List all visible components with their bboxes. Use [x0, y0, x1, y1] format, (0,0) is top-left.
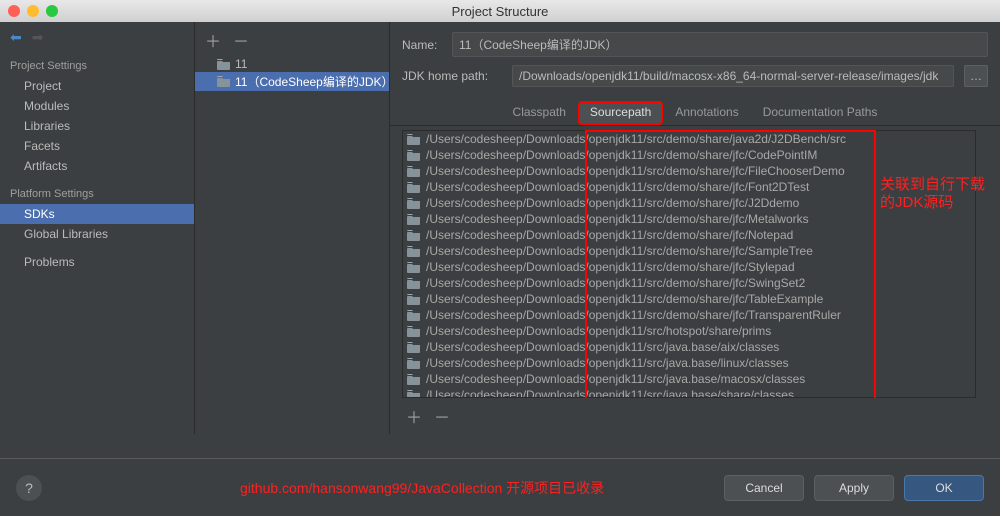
source-path: /Users/codesheep/Downloads/openjdk11/src… [426, 244, 813, 258]
source-path: /Users/codesheep/Downloads/openjdk11/src… [426, 324, 771, 338]
source-row[interactable]: /Users/codesheep/Downloads/openjdk11/src… [403, 355, 975, 371]
folder-icon [407, 374, 421, 385]
sdk-list-panel: ＋ － 11 11（CodeSheep编译的JDK） [195, 22, 390, 434]
sdk-label: 11（CodeSheep编译的JDK） [235, 73, 389, 90]
source-path: /Users/codesheep/Downloads/openjdk11/src… [426, 388, 794, 397]
name-label: Name: [402, 38, 442, 52]
folder-icon [407, 326, 421, 337]
source-path: /Users/codesheep/Downloads/openjdk11/src… [426, 196, 799, 210]
home-path-label: JDK home path: [402, 69, 502, 83]
folder-icon [407, 262, 421, 273]
tab-annotations[interactable]: Annotations [663, 101, 750, 125]
nav-back-icon[interactable]: ⬅ [10, 29, 22, 46]
sidebar-item-modules[interactable]: Modules [0, 96, 194, 116]
folder-icon [217, 59, 231, 70]
source-path: /Users/codesheep/Downloads/openjdk11/src… [426, 228, 793, 242]
source-row[interactable]: /Users/codesheep/Downloads/openjdk11/src… [403, 259, 975, 275]
source-path: /Users/codesheep/Downloads/openjdk11/src… [426, 132, 846, 146]
scrollbar[interactable] [988, 126, 1000, 398]
ok-button[interactable]: OK [904, 475, 984, 501]
folder-icon [407, 134, 421, 145]
sourcepath-list[interactable]: /Users/codesheep/Downloads/openjdk11/src… [402, 130, 976, 398]
source-path: /Users/codesheep/Downloads/openjdk11/src… [426, 276, 805, 290]
source-row[interactable]: /Users/codesheep/Downloads/openjdk11/src… [403, 291, 975, 307]
titlebar: Project Structure [0, 0, 1000, 22]
sidebar-item-project[interactable]: Project [0, 76, 194, 96]
folder-icon [407, 214, 421, 225]
folder-icon [407, 230, 421, 241]
folder-icon [407, 182, 421, 193]
browse-home-button[interactable]: … [964, 65, 988, 87]
source-row[interactable]: /Users/codesheep/Downloads/openjdk11/src… [403, 307, 975, 323]
add-sdk-button[interactable]: ＋ [205, 28, 221, 52]
source-row[interactable]: /Users/codesheep/Downloads/openjdk11/src… [403, 147, 975, 163]
section-title: Platform Settings [0, 184, 194, 204]
sdk-item[interactable]: 11（CodeSheep编译的JDK） [195, 72, 389, 91]
help-button[interactable]: ? [16, 475, 42, 501]
source-path: /Users/codesheep/Downloads/openjdk11/src… [426, 212, 809, 226]
folder-icon [407, 310, 421, 321]
cancel-button[interactable]: Cancel [724, 475, 804, 501]
folder-icon [407, 150, 421, 161]
footer: ? github.com/hansonwang99/JavaCollection… [0, 458, 1000, 516]
source-row[interactable]: /Users/codesheep/Downloads/openjdk11/src… [403, 323, 975, 339]
source-path: /Users/codesheep/Downloads/openjdk11/src… [426, 164, 845, 178]
source-path: /Users/codesheep/Downloads/openjdk11/src… [426, 292, 823, 306]
remove-source-button[interactable]: － [434, 404, 450, 428]
details-panel: Name: 11（CodeSheep编译的JDK） JDK home path:… [390, 22, 1000, 434]
folder-icon [217, 76, 231, 87]
home-path-field[interactable]: /Downloads/openjdk11/build/macosx-x86_64… [512, 65, 954, 87]
folder-icon [407, 166, 421, 177]
source-row[interactable]: /Users/codesheep/Downloads/openjdk11/src… [403, 227, 975, 243]
sidebar-item-problems[interactable]: Problems [0, 252, 194, 272]
folder-icon [407, 342, 421, 353]
source-path: /Users/codesheep/Downloads/openjdk11/src… [426, 180, 809, 194]
folder-icon [407, 278, 421, 289]
sidebar-item-libraries[interactable]: Libraries [0, 116, 194, 136]
sidebar-item-artifacts[interactable]: Artifacts [0, 156, 194, 176]
source-row[interactable]: /Users/codesheep/Downloads/openjdk11/src… [403, 275, 975, 291]
section-title: Project Settings [0, 56, 194, 76]
annotation-text: 关联到自行下载 的JDK源码 [880, 176, 985, 212]
source-row[interactable]: /Users/codesheep/Downloads/openjdk11/src… [403, 387, 975, 397]
nav-forward-icon[interactable]: ➡ [32, 29, 44, 46]
folder-icon [407, 198, 421, 209]
add-source-button[interactable]: ＋ [406, 404, 422, 428]
footer-annotation: github.com/hansonwang99/JavaCollection 开… [240, 478, 604, 498]
source-row[interactable]: /Users/codesheep/Downloads/openjdk11/src… [403, 211, 975, 227]
sidebar-item-facets[interactable]: Facets [0, 136, 194, 156]
tab-sourcepath[interactable]: Sourcepath [578, 101, 663, 125]
tab-classpath[interactable]: Classpath [501, 101, 578, 125]
name-field[interactable]: 11（CodeSheep编译的JDK） [452, 32, 988, 57]
source-path: /Users/codesheep/Downloads/openjdk11/src… [426, 340, 779, 354]
source-row[interactable]: /Users/codesheep/Downloads/openjdk11/src… [403, 339, 975, 355]
remove-sdk-button[interactable]: － [233, 28, 249, 52]
sidebar-item-sdks[interactable]: SDKs [0, 204, 194, 224]
sdk-item[interactable]: 11 [195, 56, 389, 72]
source-path: /Users/codesheep/Downloads/openjdk11/src… [426, 148, 817, 162]
apply-button[interactable]: Apply [814, 475, 894, 501]
source-row[interactable]: /Users/codesheep/Downloads/openjdk11/src… [403, 243, 975, 259]
source-path: /Users/codesheep/Downloads/openjdk11/src… [426, 356, 789, 370]
sidebar: ⬅ ➡ Project SettingsProjectModulesLibrar… [0, 22, 195, 434]
source-path: /Users/codesheep/Downloads/openjdk11/src… [426, 260, 795, 274]
folder-icon [407, 358, 421, 369]
folder-icon [407, 246, 421, 257]
source-row[interactable]: /Users/codesheep/Downloads/openjdk11/src… [403, 131, 975, 147]
source-path: /Users/codesheep/Downloads/openjdk11/src… [426, 372, 805, 386]
source-path: /Users/codesheep/Downloads/openjdk11/src… [426, 308, 841, 322]
tab-documentation-paths[interactable]: Documentation Paths [751, 101, 890, 125]
sdk-label: 11 [235, 57, 247, 71]
window-title: Project Structure [0, 4, 1000, 19]
folder-icon [407, 390, 421, 398]
sidebar-item-global-libraries[interactable]: Global Libraries [0, 224, 194, 244]
source-row[interactable]: /Users/codesheep/Downloads/openjdk11/src… [403, 371, 975, 387]
folder-icon [407, 294, 421, 305]
